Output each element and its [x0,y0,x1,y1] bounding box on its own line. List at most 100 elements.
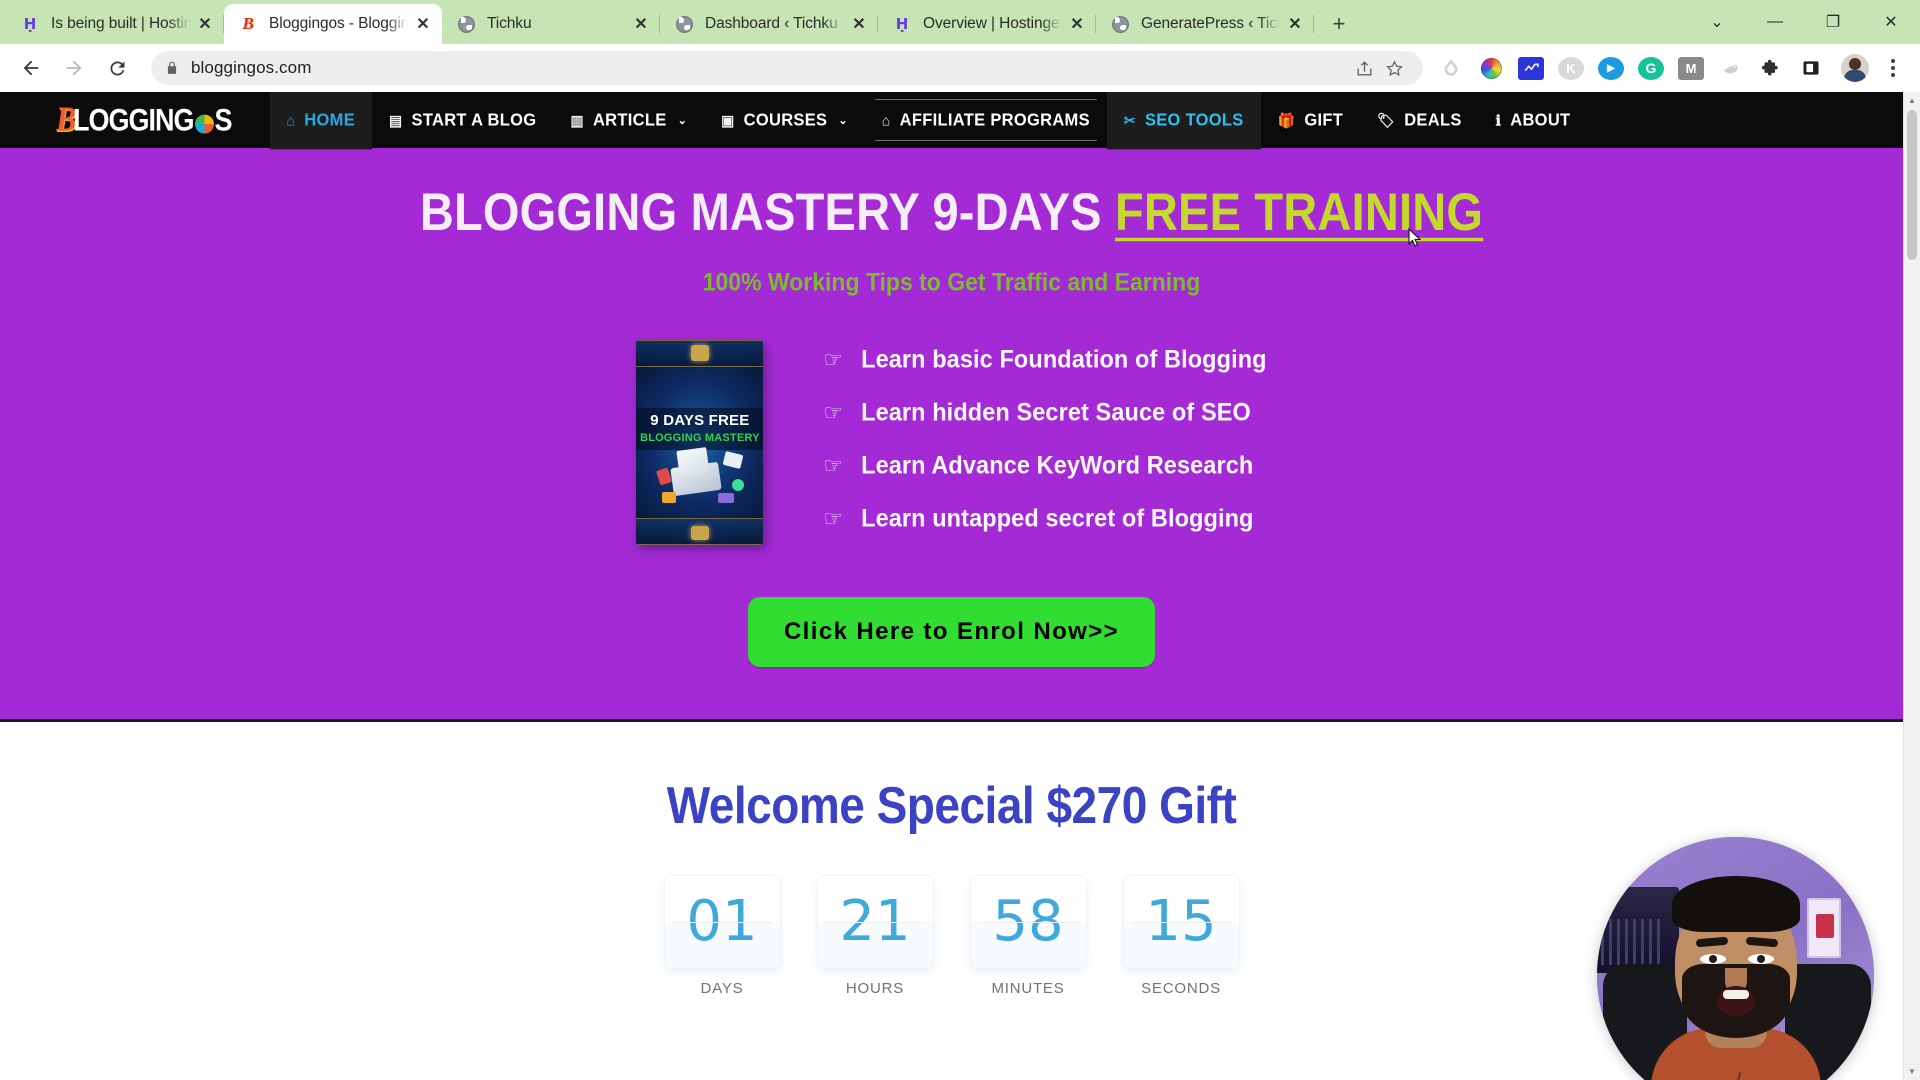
tab-title: Bloggingos - Blogging,SEO [269,15,408,32]
countdown-value: 15 [1145,889,1217,954]
tab-title: Overview | Hostinger [923,15,1062,32]
keywords-k-extension[interactable]: K [1558,56,1584,80]
countdown-unit-minutes: 58 MINUTES [970,876,1086,997]
chevron-down-icon: ⌄ [677,114,688,127]
list-item: ☞ Learn Advance KeyWord Research [823,451,1266,479]
countdown-label: DAYS [700,980,744,997]
logo-text-left: LOGGING [73,101,194,138]
hero-headline: BLOGGING MASTERY 9-DAYS FREE TRAINING [0,181,1903,243]
nav-item-courses[interactable]: ▣ COURSES ⌄ [704,92,865,149]
grammar-teardrop-extension[interactable] [1438,55,1464,81]
hero-body: 9 DAYS FREE BLOGGING MASTERY ☞ Learn bas… [0,340,1903,545]
extensions-puzzle-icon[interactable] [1758,55,1784,81]
nav-item-home[interactable]: ⌂ HOME [269,92,372,150]
list-item: ☞ Learn untapped secret of Blogging [823,504,1266,532]
nav-label: START A BLOG [411,110,537,129]
mail-merge-extension[interactable]: M [1678,56,1704,80]
countdown-label: MINUTES [991,980,1065,997]
sidepanel-icon[interactable] [1798,55,1824,81]
kebab-menu-icon[interactable] [1878,53,1908,83]
globe-icon [674,14,694,34]
window-controls: ⌄ — ❐ ✕ [1688,0,1920,44]
browser-tab[interactable]: Ḥ Is being built | Hostinger ✕ [6,4,224,44]
courses-icon: ▣ [721,111,735,128]
maximize-icon[interactable]: ❐ [1804,0,1862,44]
url-text: bloggingos.com [191,58,312,77]
article-icon: ▥ [570,111,584,128]
hostinger-icon: Ḥ [23,15,37,33]
browser-tab[interactable]: Ḥ Overview | Hostinger ✕ [878,4,1096,44]
scroll-up-icon[interactable]: ▲ [1904,92,1920,109]
share-icon[interactable] [1349,53,1379,83]
site-logo[interactable]: B LOGGING S [56,92,233,153]
countdown-value: 58 [992,889,1064,954]
close-icon[interactable]: ✕ [412,13,434,35]
browser-tab-active[interactable]: B Bloggingos - Blogging,SEO ✕ [224,4,442,44]
nav-label: GIFT [1304,110,1344,129]
countdown-card: 21 [817,876,933,968]
star-icon[interactable] [1379,53,1409,83]
close-icon[interactable]: ✕ [1284,13,1306,35]
tab-search-icon[interactable]: ⌄ [1688,0,1746,44]
video-play-extension[interactable]: ▶ [1598,56,1624,80]
back-icon[interactable] [12,49,50,87]
nav-item-about[interactable]: ℹ ABOUT [1479,92,1588,149]
new-tab-button[interactable]: + [1322,7,1356,41]
close-icon[interactable]: ✕ [1066,13,1088,35]
hero-section: BLOGGING MASTERY 9-DAYS FREE TRAINING 10… [0,148,1903,719]
tab-title: GeneratePress ‹ Tichku — W [1141,15,1280,32]
close-icon[interactable]: ✕ [630,13,652,35]
nav-label: DEALS [1404,110,1462,129]
countdown-card: 01 [664,876,780,968]
bird-extension[interactable] [1718,55,1744,81]
nav-item-gift[interactable]: 🎁 GIFT [1261,92,1361,149]
nav-label: HOME [304,110,355,129]
logo-orb-icon [194,114,214,134]
nav-item-deals[interactable]: 🏷 DEALS [1360,92,1479,149]
nav-label: SEO TOOLS [1144,110,1244,129]
info-icon: ℹ [1495,111,1502,128]
bullet-text: Learn hidden Secret Sauce of SEO [861,398,1251,426]
page-scrollbar[interactable]: ▲ ▼ [1903,92,1920,1080]
countdown-card: 58 [970,876,1086,968]
logo-text-right: S [214,101,233,138]
color-wheel-extension[interactable] [1478,55,1504,81]
nav-label: COURSES [743,110,828,129]
nav-label: ABOUT [1510,110,1571,129]
browser-tab[interactable]: Dashboard ‹ Tichku — Wor ✕ [660,4,878,44]
minimize-icon[interactable]: — [1746,0,1804,44]
address-bar[interactable]: bloggingos.com [151,51,1423,85]
tag-icon: 🏷 [1377,111,1396,128]
globe-icon [456,14,476,34]
close-icon[interactable]: ✕ [848,13,870,35]
countdown-label: SECONDS [1141,980,1221,997]
list-item: ☞ Learn basic Foundation of Blogging [823,345,1266,373]
pointing-hand-icon: ☞ [823,346,844,372]
close-icon[interactable]: ✕ [194,13,216,35]
bullet-text: Learn Advance KeyWord Research [861,451,1254,479]
browser-tab[interactable]: Tichku ✕ [442,4,660,44]
chevron-down-icon: ⌄ [838,114,848,127]
forward-icon[interactable] [55,49,93,87]
browser-tab[interactable]: GeneratePress ‹ Tichku — W ✕ [1096,4,1314,44]
nav-item-seo-tools[interactable]: ✂ SEO TOOLS [1106,92,1261,150]
profile-avatar[interactable] [1841,54,1869,82]
hero-headline-highlight: FREE TRAINING [1114,181,1484,242]
nav-item-affiliate-programs[interactable]: ⌂ AFFILIATE PROGRAMS [865,92,1107,149]
reload-icon[interactable] [98,49,136,87]
nav-item-article[interactable]: ▥ ARTICLE ⌄ [553,92,704,149]
countdown-unit-hours: 21 HOURS [817,876,933,997]
scrollbar-thumb[interactable] [1907,110,1917,260]
offer-heading: Welcome Special $270 Gift [666,775,1237,835]
scroll-down-icon[interactable]: ▼ [1904,1063,1920,1080]
pointing-hand-icon: ☞ [823,452,844,478]
tab-title: Is being built | Hostinger [51,15,190,32]
product-box-image: 9 DAYS FREE BLOGGING MASTERY [636,340,764,545]
hero-subheadline: 100% Working Tips to Get Traffic and Ear… [702,267,1201,297]
enrol-now-button[interactable]: Click Here to Enrol Now>> [747,597,1156,667]
grammarly-extension[interactable]: G [1638,56,1664,80]
tools-icon: ✂ [1123,111,1136,128]
nav-item-start-a-blog[interactable]: ▤ START A BLOG [372,92,553,149]
window-close-icon[interactable]: ✕ [1862,0,1920,44]
analytics-chart-extension[interactable] [1518,56,1544,80]
